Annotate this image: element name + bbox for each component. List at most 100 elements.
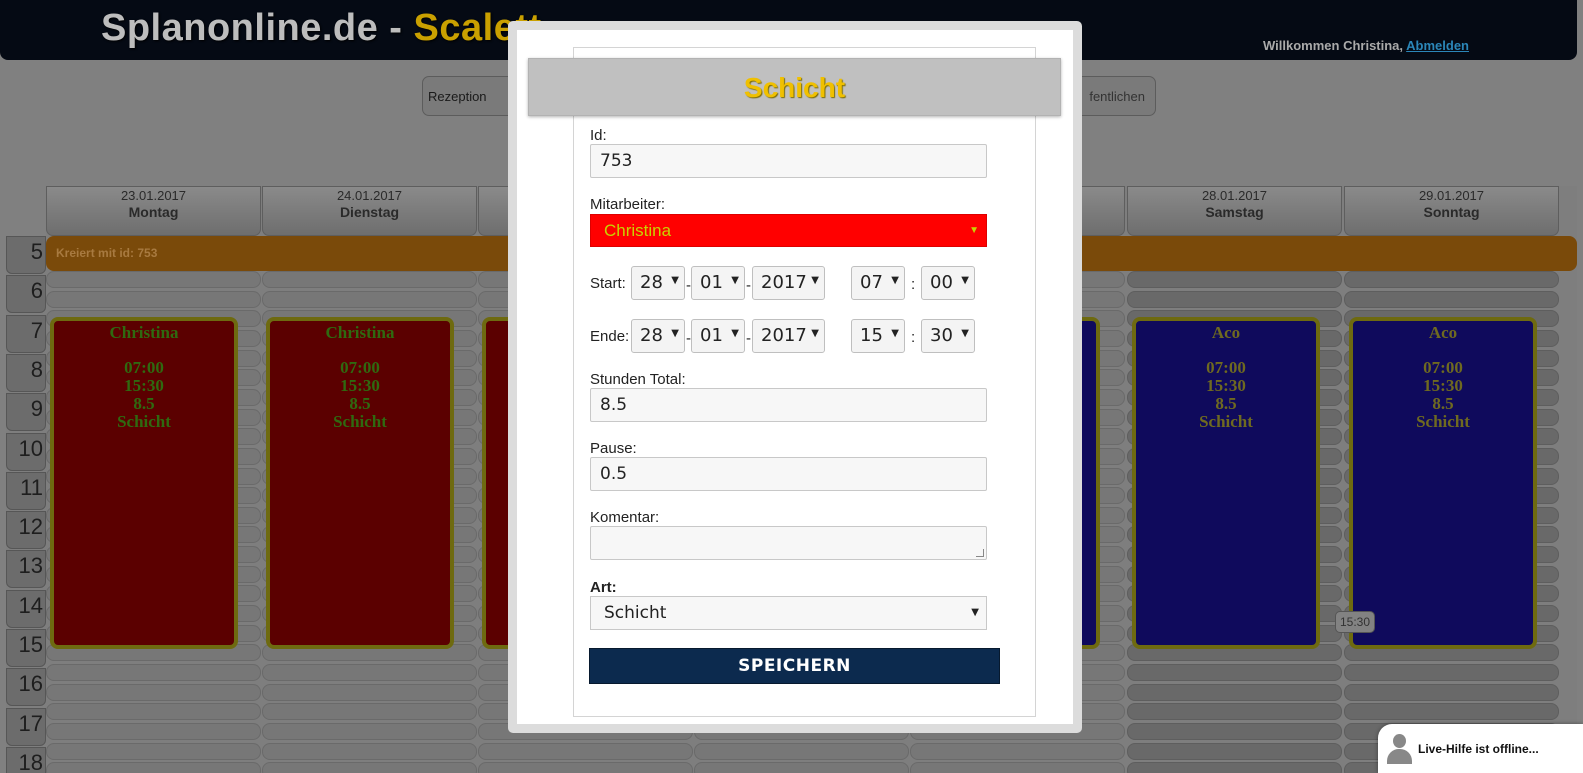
start-day-select[interactable]: 28 ▼ [631, 266, 685, 300]
day-date: 24.01.2017 [336, 188, 403, 203]
shift-hours: 8.5 [1432, 394, 1454, 413]
time-slot[interactable] [262, 722, 477, 740]
start-year-select[interactable]: 2017 ▼ [752, 266, 825, 300]
time-slot[interactable] [46, 722, 261, 740]
time-slot[interactable] [46, 683, 261, 701]
end-day-select[interactable]: 28 ▼ [631, 319, 685, 353]
day-date: 29.01.2017 [1418, 188, 1485, 203]
time-slot[interactable] [1127, 703, 1342, 721]
start-day-value: 28 [640, 272, 663, 293]
shift-block[interactable]: Christina 07:00 15:30 8.5 Schicht [266, 317, 454, 649]
end-day-value: 28 [640, 325, 663, 346]
id-field[interactable]: 753 [590, 144, 987, 178]
live-help-widget[interactable]: Live-Hilfe ist offline... [1378, 724, 1583, 773]
employee-label: Mitarbeiter: [590, 196, 666, 213]
shift-end: 15:30 [124, 376, 164, 395]
time-slot[interactable] [694, 762, 909, 773]
day-header[interactable]: 29.01.2017 Sonntag [1344, 186, 1559, 236]
time-slot[interactable] [46, 271, 261, 288]
time-slot[interactable] [1127, 722, 1342, 740]
pause-field[interactable]: 0.5 [590, 457, 987, 491]
time-slot[interactable] [46, 703, 261, 721]
shift-type: Schicht [1199, 412, 1253, 431]
shift-start: 07:00 [124, 358, 164, 377]
day-name: Dienstag [339, 204, 400, 220]
time-slot[interactable] [1344, 290, 1559, 308]
time-slot[interactable] [46, 290, 261, 308]
start-minute-select[interactable]: 00 ▼ [921, 266, 975, 300]
shift-block[interactable]: Christina 07:00 15:30 8.5 Schicht [50, 317, 238, 649]
time-slot[interactable] [1127, 290, 1342, 308]
shift-block[interactable]: Aco 07:00 15:30 8.5 Schicht [1349, 317, 1537, 649]
start-month-select[interactable]: 01 ▼ [691, 266, 745, 300]
employee-select[interactable]: Christina ▼ [590, 214, 987, 247]
comment-label: Komentar: [590, 509, 660, 526]
hour-label: 15 [6, 629, 46, 667]
pause-label: Pause: [590, 440, 637, 457]
day-header[interactable]: 24.01.2017 Dienstag [262, 186, 477, 236]
shift-start: 07:00 [1206, 358, 1246, 377]
time-slot[interactable] [478, 762, 693, 773]
type-select[interactable]: Schicht ▼ [590, 596, 987, 630]
day-date: 28.01.2017 [1201, 188, 1268, 203]
time-slot[interactable] [1127, 683, 1342, 701]
end-year-value: 2017 [761, 325, 807, 346]
hour-label: 6 [6, 275, 46, 314]
hour-label: 17 [6, 707, 46, 746]
time-slot[interactable] [262, 703, 477, 721]
hour-label: 7 [6, 314, 46, 353]
time-slot[interactable] [262, 762, 477, 773]
time-slot[interactable] [46, 664, 261, 681]
hour-label: 13 [6, 550, 46, 589]
logout-link[interactable]: Abmelden [1406, 38, 1469, 53]
end-year-select[interactable]: 2017 ▼ [752, 319, 825, 353]
employee-value: Christina [604, 221, 672, 240]
time-slot[interactable] [1344, 664, 1559, 681]
resize-grip-icon[interactable] [976, 549, 984, 557]
shift-employee: Christina [325, 323, 395, 342]
time-slot[interactable] [910, 742, 1125, 760]
time-separator: : [911, 329, 916, 346]
day-header[interactable]: 23.01.2017 Montag [46, 186, 261, 236]
time-slot[interactable] [46, 742, 261, 760]
time-slot[interactable] [478, 742, 693, 760]
shift-employee: Christina [109, 323, 179, 342]
time-slot[interactable] [262, 742, 477, 760]
end-month-select[interactable]: 01 ▼ [691, 319, 745, 353]
hour-label: 11 [6, 471, 46, 510]
time-slot[interactable] [262, 290, 477, 308]
live-help-status: Live-Hilfe ist offline... [1418, 741, 1539, 756]
time-slot[interactable] [694, 742, 909, 760]
end-hour-select[interactable]: 15 ▼ [851, 319, 905, 353]
time-slot[interactable] [1344, 703, 1559, 721]
start-hour-value: 07 [860, 272, 883, 293]
time-slot[interactable] [262, 664, 477, 681]
time-slot[interactable] [1127, 664, 1342, 681]
start-hour-select[interactable]: 07 ▼ [851, 266, 905, 300]
day-header[interactable]: 28.01.2017 Samstag [1127, 186, 1342, 236]
day-name: Sonntag [1423, 204, 1480, 220]
department-select[interactable]: Rezeption [422, 76, 522, 116]
shift-hours: 8.5 [1215, 394, 1237, 413]
time-slot[interactable] [262, 271, 477, 288]
time-slot[interactable] [1344, 683, 1559, 701]
shift-block[interactable]: Aco 07:00 15:30 8.5 Schicht [1132, 317, 1320, 649]
brand-logo-text[interactable]: Splanonline.de - Scalett [101, 7, 542, 50]
time-slot[interactable] [910, 762, 1125, 773]
welcome-text: Willkommen Christina, [1263, 38, 1407, 53]
hour-label: 10 [6, 432, 46, 471]
time-slot[interactable] [262, 683, 477, 701]
comment-textarea[interactable] [590, 526, 987, 560]
hour-label: 14 [6, 589, 46, 628]
end-minute-select[interactable]: 30 ▼ [921, 319, 975, 353]
total-hours-field[interactable]: 8.5 [590, 388, 987, 422]
time-slot[interactable] [1127, 742, 1342, 760]
time-slot[interactable] [46, 762, 261, 773]
time-slot[interactable] [1344, 271, 1559, 288]
date-separator: - [746, 277, 751, 294]
time-slot[interactable] [1127, 762, 1342, 773]
shift-type: Schicht [117, 412, 171, 431]
hour-label: 9 [6, 393, 46, 432]
save-button[interactable]: SPEICHERN [589, 648, 1000, 684]
time-slot[interactable] [1127, 271, 1342, 288]
